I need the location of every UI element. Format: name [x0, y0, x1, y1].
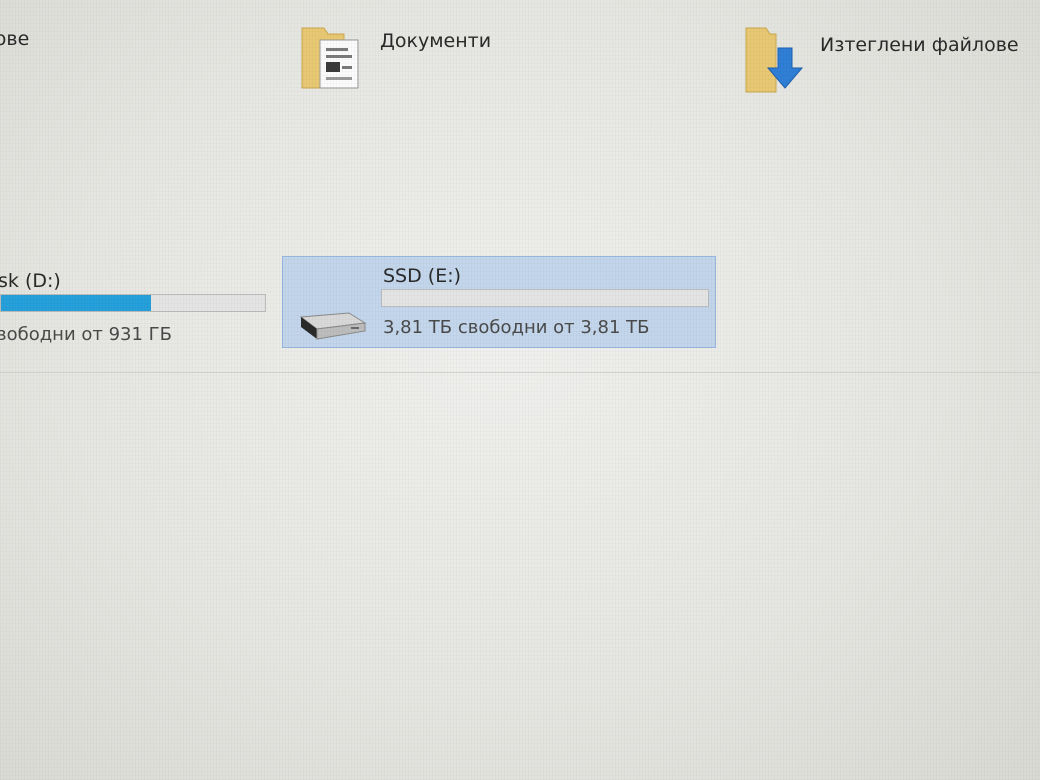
drive-d-free-space: вободни от 931 ГБ — [0, 324, 172, 345]
drive-d-name: sk (D:) — [0, 270, 61, 292]
folder-images[interactable]: ипове — [0, 28, 29, 50]
downloads-folder-icon — [745, 27, 804, 93]
section-divider — [0, 372, 1040, 373]
drive-e-tile[interactable]: SSD (E:) 3,81 ТБ свободни от 3,81 ТБ — [282, 256, 716, 348]
drive-d-usage-bar — [0, 294, 266, 312]
file-explorer-this-pc-view: ипове Документи Изтеглени файлове sk (D:… — [0, 0, 1040, 780]
documents-folder-icon — [301, 27, 359, 89]
drive-e-usage-bar — [381, 289, 709, 307]
ssd-drive-icon — [299, 312, 367, 340]
folder-documents[interactable]: Документи — [298, 22, 491, 94]
folder-downloads[interactable]: Изтеглени файлове — [742, 22, 1019, 94]
drive-d-usage-fill — [1, 295, 152, 311]
drive-e-name: SSD (E:) — [383, 265, 462, 287]
folder-downloads-label: Изтеглени файлове — [820, 34, 1019, 56]
drive-e-free-space: 3,81 ТБ свободни от 3,81 ТБ — [383, 317, 650, 338]
drive-d-tile[interactable]: sk (D:) вободни от 931 ГБ — [0, 262, 280, 352]
folder-documents-label: Документи — [380, 30, 492, 52]
folder-images-label: ипове — [0, 28, 30, 50]
